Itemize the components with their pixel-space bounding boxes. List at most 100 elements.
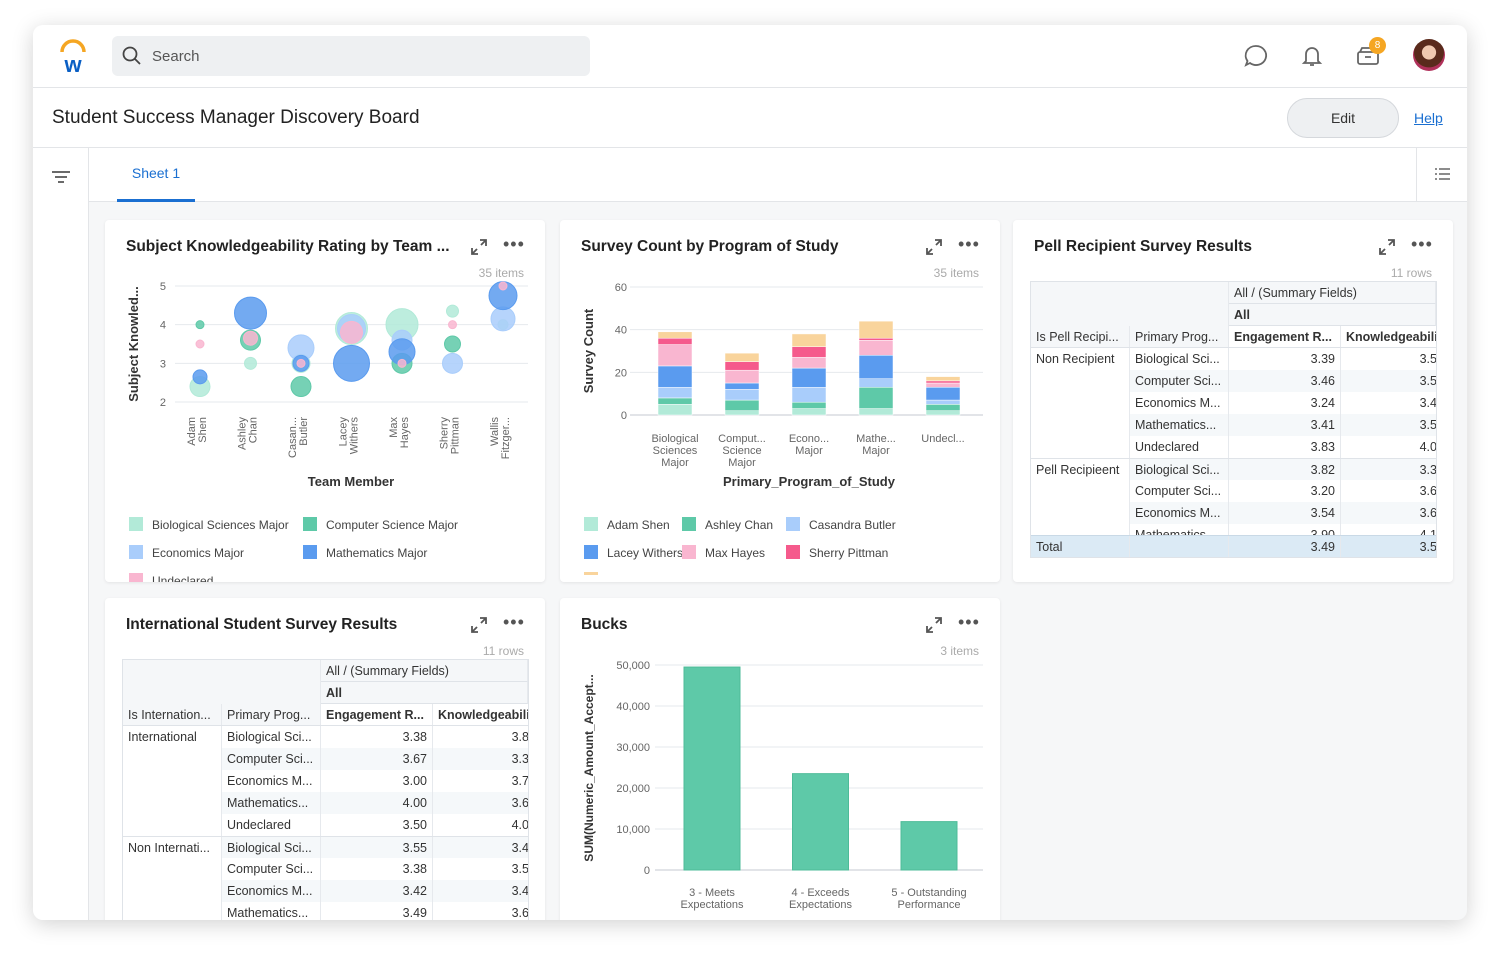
table-row[interactable]: Non Internati... Biological Sci... 3.55 3.4 xyxy=(123,836,528,858)
bar-segment xyxy=(858,378,894,388)
table-cell: 3.3 xyxy=(433,748,528,770)
table-cell: Mathematics... xyxy=(1130,414,1229,436)
table-row[interactable]: Computer Sci... 3.46 3.5 xyxy=(1031,370,1436,392)
table-cell xyxy=(1031,392,1130,414)
table-row[interactable]: Undeclared 3.83 4.0 xyxy=(1031,436,1436,458)
table-cell: Economics M... xyxy=(222,770,321,792)
table-row[interactable]: Economics M... 3.42 3.4 xyxy=(123,880,528,902)
legend-label: Lacey Withers xyxy=(607,546,683,560)
column-header[interactable]: Primary Prog... xyxy=(1130,326,1229,347)
table-cell xyxy=(1031,370,1130,392)
y-tick-label: 10,000 xyxy=(616,824,650,836)
chat-icon[interactable] xyxy=(1243,43,1269,69)
bar xyxy=(900,821,958,871)
table-cell: 3.46 xyxy=(1229,370,1341,392)
bubble-point xyxy=(195,339,205,349)
table-row[interactable]: Undeclared 3.50 4.0 xyxy=(123,814,528,836)
bucks-bar-chart: 0 10,000 20,000 30,000 40,000 50,000 3 - Meets… xyxy=(582,660,983,911)
column-header[interactable]: Is Internation... xyxy=(123,704,222,725)
pell-pivot-table[interactable]: All / (Summary Fields) All Is Pell Recipi.… xyxy=(1030,281,1437,558)
total-cell: Total xyxy=(1031,536,1130,557)
table-row[interactable]: Computer Sci... 3.20 3.6 xyxy=(1031,480,1436,502)
bar-segment xyxy=(724,389,760,401)
column-header[interactable]: Is Pell Recipi... xyxy=(1031,326,1130,347)
table-cell xyxy=(123,858,222,880)
table-row[interactable]: Economics M... 3.54 3.6 xyxy=(1031,502,1436,524)
avatar[interactable] xyxy=(1413,39,1445,71)
bar-segment xyxy=(657,331,693,339)
legend-swatch xyxy=(584,517,598,531)
card-title: Pell Recipient Survey Results xyxy=(1034,238,1252,255)
table-row[interactable]: Mathematics... 3.49 3.6 xyxy=(123,902,528,920)
search-icon xyxy=(122,46,141,65)
header-row: All / (Summary Fields) xyxy=(1031,282,1436,304)
help-link[interactable]: Help xyxy=(1414,110,1443,126)
international-pivot-table[interactable]: All / (Summary Fields) All Is Internation.… xyxy=(122,659,529,920)
tab-sheet-1[interactable]: Sheet 1 xyxy=(117,148,195,202)
legend-swatch xyxy=(682,545,696,559)
x-tick-label: Mathe... xyxy=(856,433,896,445)
edit-button[interactable]: Edit xyxy=(1287,98,1399,138)
table-row[interactable]: Pell Recipieent Biological Sci... 3.82 3.3 xyxy=(1031,458,1436,480)
bubble-point xyxy=(243,330,258,346)
total-row: Total 3.49 3.5 xyxy=(1031,535,1436,557)
sub-header: All xyxy=(321,682,528,704)
table-cell xyxy=(1031,502,1130,524)
filter-icon[interactable] xyxy=(51,170,71,186)
bar-segment xyxy=(925,382,961,388)
expand-icon[interactable] xyxy=(1378,238,1396,256)
more-options-button[interactable]: ••• xyxy=(1411,234,1433,255)
column-header[interactable]: Knowledgeabili... xyxy=(433,704,528,725)
table-cell: Undeclared xyxy=(222,814,321,836)
expand-icon[interactable] xyxy=(470,616,488,634)
app-window: w Search 8 Student Success Manager Disco… xyxy=(33,25,1467,920)
legend-swatch xyxy=(129,517,143,531)
column-header[interactable]: Engagement R... xyxy=(1229,326,1341,347)
column-header[interactable]: Knowledgeabili... xyxy=(1341,326,1436,347)
table-row[interactable]: Economics M... 3.24 3.4 xyxy=(1031,392,1436,414)
table-cell: 3.38 xyxy=(321,726,433,748)
row-count: 11 rows xyxy=(482,644,524,658)
page-title: Student Success Manager Discovery Board xyxy=(52,107,420,128)
table-row[interactable]: Economics M... 3.00 3.7 xyxy=(123,770,528,792)
bar-segment xyxy=(858,337,894,341)
more-options-button[interactable]: ••• xyxy=(503,612,525,633)
table-cell xyxy=(1031,414,1130,436)
bubble-point xyxy=(195,320,205,330)
table-cell: 4.0 xyxy=(1341,436,1436,458)
table-row[interactable]: Mathematics... 4.00 3.6 xyxy=(123,792,528,814)
legend-label: Sherry Pittman xyxy=(809,546,888,560)
table-row[interactable]: Non Recipient Biological Sci... 3.39 3.5 xyxy=(1031,348,1436,370)
table-row[interactable]: International Biological Sci... 3.38 3.8 xyxy=(123,726,528,748)
x-tick-label: Major xyxy=(661,457,689,469)
bar-segment xyxy=(858,387,894,409)
table-row[interactable]: Computer Sci... 3.67 3.3 xyxy=(123,748,528,770)
bar-segment xyxy=(925,380,961,384)
table-row[interactable]: Mathematics... 3.41 3.5 xyxy=(1031,414,1436,436)
list-view-button[interactable] xyxy=(1416,148,1467,202)
table-cell: 3.5 xyxy=(433,858,528,880)
legend-swatch xyxy=(129,545,143,559)
x-tick-label: Butler xyxy=(298,417,310,446)
table-cell: 3.6 xyxy=(1341,480,1436,502)
search-input[interactable]: Search xyxy=(112,36,590,76)
column-header[interactable]: Primary Prog... xyxy=(222,704,321,725)
x-tick-label: 4 - Exceeds xyxy=(791,887,850,899)
x-tick-label: 3 - Meets xyxy=(689,887,735,899)
x-axis-title: Primary_Program_of_Study xyxy=(723,474,896,489)
x-tick-label: Biological xyxy=(651,433,698,445)
column-header[interactable]: Engagement R... xyxy=(321,704,433,725)
card-bucks: Bucks ••• 3 items 0 10,000 20,000 30,000 40,… xyxy=(560,598,1000,920)
table-cell: 3.67 xyxy=(321,748,433,770)
table-row[interactable]: Computer Sci... 3.38 3.5 xyxy=(123,858,528,880)
workday-logo[interactable]: w xyxy=(57,39,89,73)
bell-icon[interactable] xyxy=(1299,43,1325,69)
table-cell: Economics M... xyxy=(222,880,321,902)
bubble-point xyxy=(290,376,312,398)
x-tick-label: Pittman xyxy=(450,417,462,454)
bar-segment xyxy=(791,367,827,388)
table-cell xyxy=(123,902,222,920)
bar-segment xyxy=(925,410,961,416)
group-header: All / (Summary Fields) xyxy=(321,660,528,682)
y-tick-label: 20 xyxy=(615,367,627,379)
